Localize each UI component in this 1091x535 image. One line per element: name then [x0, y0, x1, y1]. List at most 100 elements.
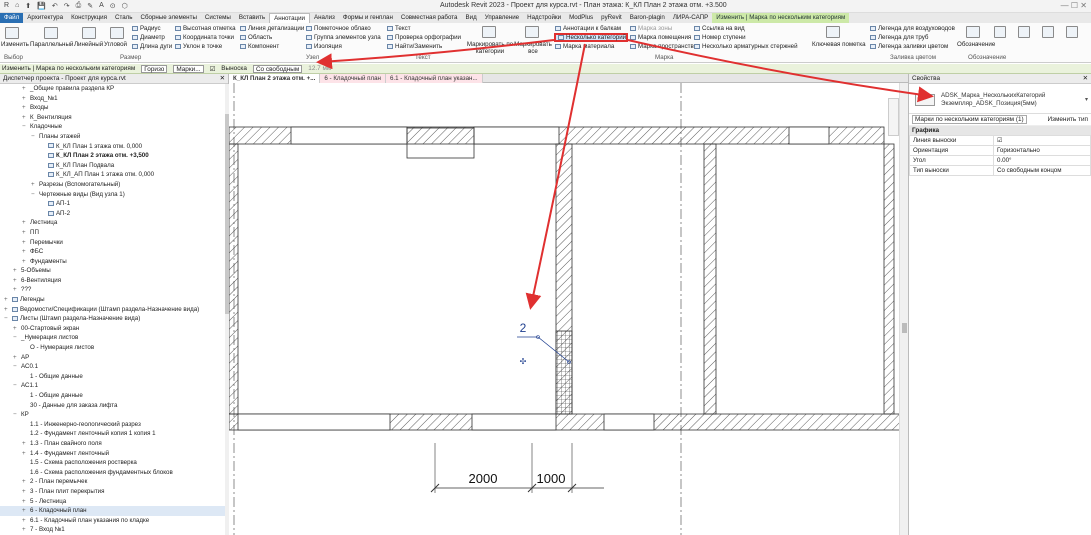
canvas-scroll-thumb[interactable]: [902, 323, 907, 333]
window-controls[interactable]: — ☐ ✕: [1061, 1, 1087, 10]
room-tag-button[interactable]: Марка помещения: [630, 34, 691, 41]
expand-icon[interactable]: +: [22, 247, 30, 257]
expand-icon[interactable]: +: [4, 295, 12, 305]
component-button[interactable]: Компонент: [240, 43, 279, 50]
property-value[interactable]: Горизонтально: [993, 145, 1091, 156]
browser-item[interactable]: +2 - План перемычек: [0, 477, 228, 487]
expand-icon[interactable]: +: [22, 506, 30, 516]
spelling-button[interactable]: Проверка орфографии: [387, 34, 461, 41]
ribbon-tab[interactable]: Сталь: [111, 13, 137, 23]
browser-item[interactable]: − Листы (Штамп раздела-Назначение вида): [0, 314, 228, 324]
beam-annotations-button[interactable]: Аннотации к балкам: [555, 25, 621, 32]
dim-angular-icon[interactable]: [110, 27, 124, 39]
tag-by-category-icon[interactable]: [482, 26, 496, 38]
modify-icon[interactable]: [5, 27, 19, 39]
browser-item[interactable]: − Кладочные: [0, 122, 228, 132]
dim-diameter-button[interactable]: Диаметр: [132, 34, 165, 41]
browser-item[interactable]: + К_Вентиляция: [0, 113, 228, 123]
ribbon-tab[interactable]: Совместная работа: [397, 13, 462, 23]
ribbon-tab[interactable]: ModPlus: [565, 13, 597, 23]
expand-icon[interactable]: +: [13, 353, 21, 363]
browser-item[interactable]: 1 - Общие данные: [0, 372, 228, 382]
dim-linear-button[interactable]: Линейный: [74, 41, 103, 48]
collapse-icon[interactable]: −: [22, 122, 30, 132]
browser-item[interactable]: + Легенды: [0, 295, 228, 305]
expand-icon[interactable]: +: [13, 324, 21, 334]
dim-arc-length-button[interactable]: Длина дуги: [132, 43, 172, 50]
browser-item[interactable]: + Ведомости/Спецификации (Штамп раздела-Н…: [0, 305, 228, 315]
expand-icon[interactable]: +: [13, 276, 21, 286]
browser-item[interactable]: − Планы этажей: [0, 132, 228, 142]
ribbon-tab[interactable]: Системы: [201, 13, 235, 23]
tag-all-icon[interactable]: [525, 26, 539, 38]
expand-icon[interactable]: +: [22, 516, 30, 526]
browser-item[interactable]: + ПП: [0, 228, 228, 238]
tags-button[interactable]: Марки...: [173, 64, 204, 73]
browser-item[interactable]: 1.2 - Фундамент ленточный копия 1 копия …: [0, 429, 228, 439]
tag-by-category-button[interactable]: Маркировать по категории: [466, 41, 514, 55]
collapse-icon[interactable]: −: [13, 362, 21, 372]
orientation-select[interactable]: Горизо: [141, 64, 168, 73]
quick-access-icon[interactable]: ↶: [52, 2, 58, 10]
pipe-legend-button[interactable]: Легенда для труб: [870, 34, 928, 41]
view-tab[interactable]: К_КЛ План 2 этажа отм. +...: [229, 74, 321, 83]
expand-icon[interactable]: +: [22, 218, 30, 228]
ribbon-tab[interactable]: ЛИРА-САПР: [669, 13, 712, 23]
browser-item[interactable]: АП-1: [0, 199, 228, 209]
expand-icon[interactable]: +: [22, 477, 30, 487]
browser-item[interactable]: − АС0.1: [0, 362, 228, 372]
browser-item[interactable]: 1.1 - Инженерно-геологический разрез: [0, 420, 228, 430]
browser-item[interactable]: +6.1 - Кладочный план указания по кладке: [0, 516, 228, 526]
insulation-button[interactable]: Изоляция: [306, 43, 342, 50]
symbol-icon[interactable]: [966, 26, 980, 38]
browser-item[interactable]: +???: [0, 285, 228, 295]
chevron-down-icon[interactable]: ▾: [1085, 96, 1088, 103]
browser-item[interactable]: − _Нумерация листов: [0, 333, 228, 343]
collapse-icon[interactable]: −: [31, 132, 39, 142]
collapse-icon[interactable]: −: [31, 190, 39, 200]
expand-icon[interactable]: +: [13, 285, 21, 295]
quick-access-icon[interactable]: ⬆: [25, 2, 31, 10]
browser-item[interactable]: + Фундаменты: [0, 257, 228, 267]
expand-icon[interactable]: +: [22, 94, 30, 104]
quick-access-icon[interactable]: ✎: [87, 2, 93, 10]
floor-plan-drawing[interactable]: 2000 1000 2 ✣: [229, 83, 908, 535]
ribbon-tab[interactable]: Вид: [462, 13, 481, 23]
browser-item[interactable]: 1 - Общие данные: [0, 391, 228, 401]
ribbon-tab[interactable]: Сборные элементы: [137, 13, 201, 23]
drawing-canvas[interactable]: 2000 1000 2 ✣: [229, 83, 908, 535]
browser-item[interactable]: + ФБС: [0, 247, 228, 257]
browser-item[interactable]: +00-Стартовый экран: [0, 324, 228, 334]
browser-item[interactable]: +6 - Кладочный план: [0, 506, 228, 516]
ribbon-tab[interactable]: Конструкция: [67, 13, 111, 23]
collapse-icon[interactable]: −: [13, 410, 21, 420]
ribbon-tab[interactable]: Изменить | Марка по нескольким категория…: [712, 13, 850, 23]
browser-item[interactable]: − АС1.1: [0, 381, 228, 391]
view-reference-button[interactable]: Ссылка на вид: [694, 25, 745, 32]
type-selector[interactable]: ADSK_Марка_НесколькихКатегорий Экземпляр…: [909, 84, 1091, 114]
browser-item[interactable]: +5-Объемы: [0, 266, 228, 276]
quick-access-icon[interactable]: ⌂: [15, 2, 19, 10]
browser-item[interactable]: +3 - План плит перекрытия: [0, 487, 228, 497]
dim-linear-icon[interactable]: [82, 27, 96, 39]
browser-item[interactable]: +1.3 - План свайного поля: [0, 439, 228, 449]
expand-icon[interactable]: +: [22, 497, 30, 507]
quick-access-icon[interactable]: ↷: [64, 2, 70, 10]
material-tag-button[interactable]: Марка материала: [555, 43, 614, 50]
browser-item[interactable]: +1.4 - Фундамент ленточный: [0, 449, 228, 459]
property-value[interactable]: Со свободным концом: [993, 165, 1091, 176]
ribbon-tab[interactable]: Архитектура: [23, 13, 67, 23]
browser-item[interactable]: К_КЛ План Подвала: [0, 161, 228, 171]
browser-item[interactable]: О - Нумерация листов: [0, 343, 228, 353]
duct-legend-button[interactable]: Легенда для воздуховодов: [870, 25, 955, 32]
collapse-icon[interactable]: −: [13, 333, 21, 343]
browser-item[interactable]: − КР: [0, 410, 228, 420]
expand-icon[interactable]: +: [13, 266, 21, 276]
view-tab[interactable]: 6 - Кладочный план: [320, 74, 386, 83]
expand-icon[interactable]: +: [22, 113, 30, 123]
expand-icon[interactable]: +: [22, 257, 30, 267]
browser-item[interactable]: 1.5 - Схема расположения ростверка: [0, 458, 228, 468]
browser-item[interactable]: +7 - Вход №1: [0, 525, 228, 535]
area-reinf-icon[interactable]: [1066, 26, 1078, 38]
ribbon-tab[interactable]: Анализ: [310, 13, 339, 23]
